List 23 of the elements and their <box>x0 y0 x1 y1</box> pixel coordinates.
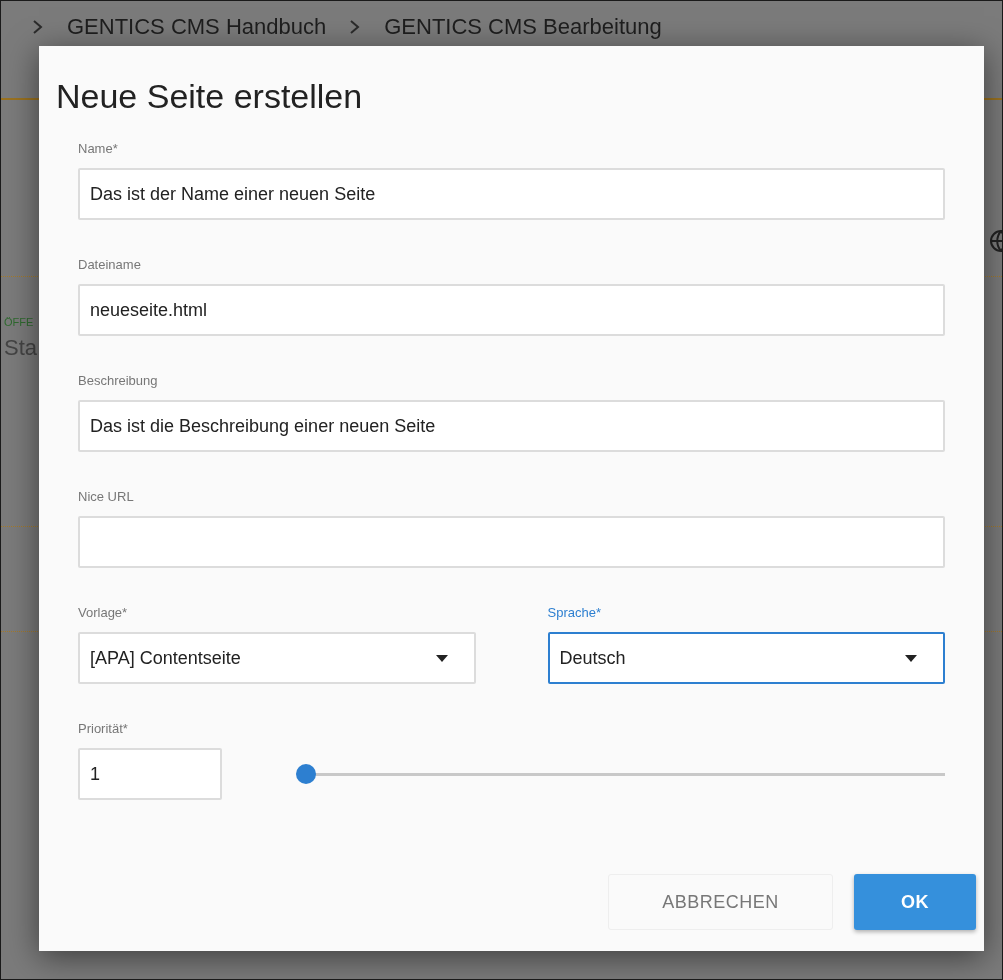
cancel-button[interactable]: ABBRECHEN <box>608 874 833 930</box>
field-label: Sprache* <box>547 604 602 622</box>
field-label: Priorität* <box>78 720 129 738</box>
breadcrumb-link[interactable]: GENTICS CMS Handbuch <box>67 14 327 40</box>
dropdown[interactable]: Deutsch <box>547 632 945 684</box>
dialog-title: Neue Seite erstellen <box>56 76 364 116</box>
status-label: ÖFFE <box>4 316 34 328</box>
field-label: Nice URL <box>78 488 135 506</box>
text-input[interactable]: neueseite.html <box>78 284 945 336</box>
slider-thumb[interactable] <box>296 764 316 784</box>
field-label: Dateiname <box>78 256 142 274</box>
caret-icon <box>435 654 448 662</box>
number-input[interactable]: 1 <box>78 748 222 800</box>
field-label: Vorlage* <box>78 604 129 622</box>
dropdown[interactable]: [APA] Contentseite <box>78 632 476 684</box>
text-input[interactable]: Das ist der Name einer neuen Seite <box>78 168 945 220</box>
field-label: Beschreibung <box>78 372 159 390</box>
breadcrumb-link[interactable]: GENTICS CMS Bearbeitung <box>384 14 662 40</box>
text-input[interactable] <box>78 516 945 568</box>
field-label: Name* <box>78 140 119 158</box>
caret-icon <box>905 654 917 662</box>
text-input[interactable]: Das ist die Beschreibung einer neuen Seite <box>78 400 945 452</box>
chevron-icon <box>31 19 45 35</box>
